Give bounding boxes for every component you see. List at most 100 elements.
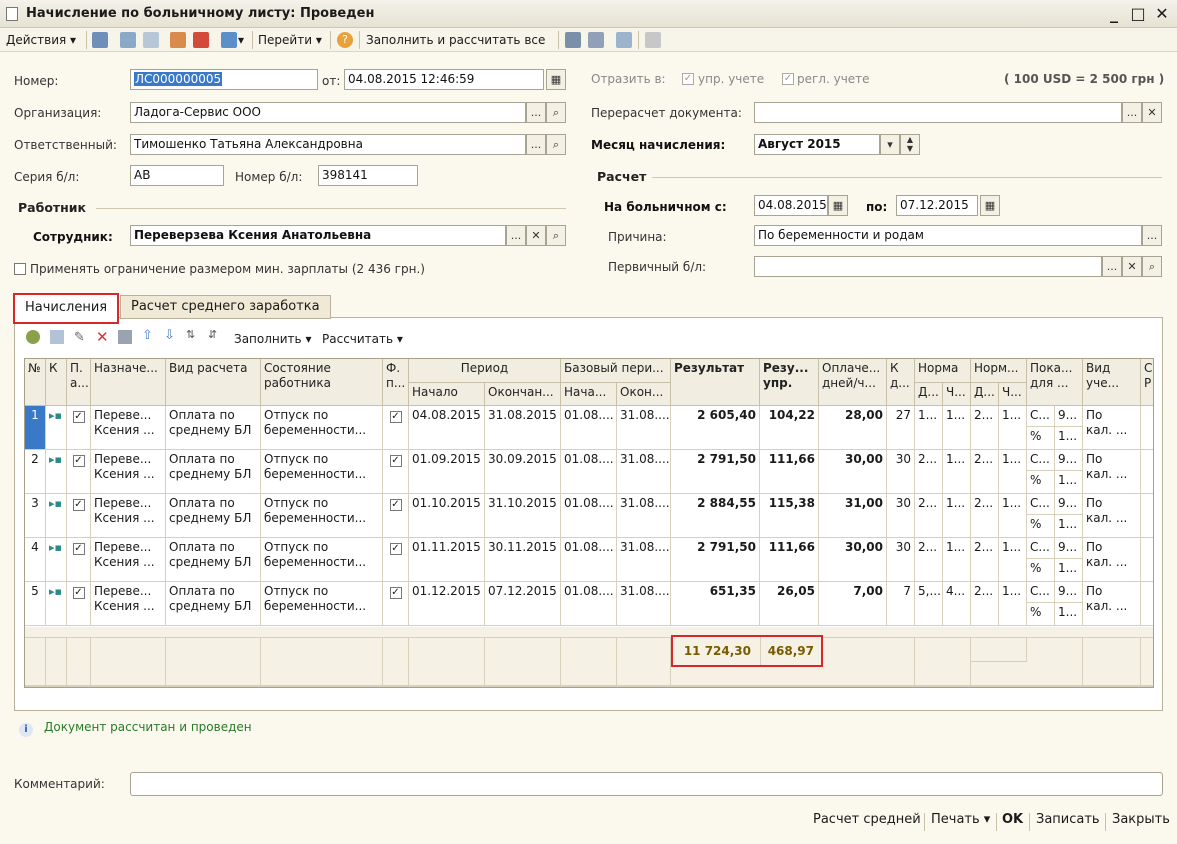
col-header-start[interactable]: Начало (409, 383, 485, 406)
row-checkbox[interactable]: ✓ (389, 543, 402, 555)
cell-i1b[interactable]: 9... 1... (1055, 582, 1083, 626)
col-header-c[interactable]: СР (1141, 359, 1153, 406)
cell-k[interactable]: ▸▪ (46, 450, 67, 494)
cell-paid[interactable]: 31,00 (819, 494, 887, 538)
recalc-field[interactable] (754, 102, 1122, 123)
cell-k[interactable]: ▸▪ (46, 538, 67, 582)
cell-n2d[interactable]: 2... (971, 582, 999, 626)
limit-checkbox[interactable] (14, 263, 26, 275)
cell-cc[interactable] (1141, 582, 1153, 626)
cell-nc[interactable]: 4... (943, 582, 971, 626)
date-field[interactable]: 04.08.2015 12:46:59 (344, 69, 544, 90)
cell-nc[interactable]: 1... (943, 406, 971, 450)
col-header-bend[interactable]: Окон... (617, 383, 671, 406)
cell-nc[interactable]: 1... (943, 538, 971, 582)
cell-resu[interactable]: 115,38 (760, 494, 819, 538)
cell-end[interactable]: 31.08.2015 (485, 406, 561, 450)
structure-icon[interactable] (588, 32, 604, 48)
cell-k2[interactable]: 30 (887, 494, 915, 538)
cell-name[interactable]: Переве... Ксения ... (91, 494, 166, 538)
cell-resu[interactable]: 111,66 (760, 538, 819, 582)
cell-i1b[interactable]: 9... 1... (1055, 406, 1083, 450)
cell-kind[interactable]: Оплата по среднему БЛ (166, 538, 261, 582)
cell-state[interactable]: Отпуск по беременности... (261, 582, 383, 626)
add-row-icon[interactable] (26, 330, 40, 344)
cell-p[interactable]: ✓ (67, 538, 91, 582)
cell-i1b[interactable]: 9... 1... (1055, 450, 1083, 494)
col-header-f[interactable]: Ф. п... (383, 359, 409, 406)
sick-from-field[interactable]: 04.08.2015 (754, 195, 828, 216)
help-icon[interactable]: ? (337, 32, 353, 48)
col-header-norm2-c[interactable]: Ч... (999, 383, 1027, 406)
ok-button[interactable]: OK (1002, 812, 1023, 827)
edit-icon[interactable]: ✎ (74, 330, 85, 345)
col-header-n[interactable]: № (25, 359, 46, 406)
calendar-button[interactable]: ▦ (980, 195, 1000, 216)
cell-start[interactable]: 04.08.2015 (409, 406, 485, 450)
cell-k[interactable]: ▸▪ (46, 406, 67, 450)
cell-f[interactable]: ✓ (383, 406, 409, 450)
clear-icon[interactable]: ✕ (526, 225, 546, 246)
clear-icon[interactable]: ✕ (1142, 102, 1162, 123)
primary-select-button[interactable]: ... (1102, 256, 1122, 277)
preview-icon[interactable] (616, 32, 632, 48)
row-checkbox[interactable]: ✓ (72, 543, 85, 555)
cell-p[interactable]: ✓ (67, 406, 91, 450)
copy-icon[interactable] (143, 32, 159, 48)
cell-result[interactable]: 2 605,40 (671, 406, 760, 450)
search-icon[interactable]: ⌕ (546, 134, 566, 155)
sort-asc-icon[interactable]: ⇅ (186, 328, 195, 341)
cell-n2c[interactable]: 1... (999, 582, 1027, 626)
cell-i1[interactable]: С...% (1027, 494, 1055, 538)
cell-end[interactable]: 31.10.2015 (485, 494, 561, 538)
numbl-field[interactable]: 398141 (318, 165, 418, 186)
scroll-right-icon[interactable]: ▸ (1143, 687, 1148, 688)
cell-end[interactable]: 07.12.2015 (485, 582, 561, 626)
cell-cc[interactable] (1141, 450, 1153, 494)
cell-cc[interactable] (1141, 406, 1153, 450)
resp-field[interactable]: Тимошенко Татьяна Александровна (130, 134, 526, 155)
cell-state[interactable]: Отпуск по беременности... (261, 406, 383, 450)
cell-cc[interactable] (1141, 494, 1153, 538)
cell-nd[interactable]: 2... (915, 450, 943, 494)
col-header-state[interactable]: Состояние работника (261, 359, 383, 406)
reason-select-button[interactable]: ... (1142, 225, 1162, 246)
cell-vid[interactable]: По кал. ... (1083, 494, 1141, 538)
col-header-bstart[interactable]: Нача... (561, 383, 617, 406)
delete-icon[interactable] (193, 32, 209, 48)
list-icon[interactable] (565, 32, 581, 48)
month-stepper[interactable]: ▲ ▼ (900, 134, 920, 155)
cell-be[interactable]: 31.08.... (617, 538, 671, 582)
fill-calc-all-button[interactable]: Заполнить и рассчитать все (366, 31, 545, 49)
cell-paid[interactable]: 30,00 (819, 538, 887, 582)
cell-resu[interactable]: 111,66 (760, 450, 819, 494)
cell-be[interactable]: 31.08.... (617, 406, 671, 450)
cell-state[interactable]: Отпуск по беременности... (261, 450, 383, 494)
cell-k[interactable]: ▸▪ (46, 494, 67, 538)
col-header-norm2-d[interactable]: Д... (971, 383, 999, 406)
cell-n[interactable]: 5 (25, 582, 46, 626)
cell-name[interactable]: Переве... Ксения ... (91, 450, 166, 494)
search-icon[interactable]: ⌕ (546, 102, 566, 123)
cell-n2d[interactable]: 2... (971, 450, 999, 494)
reason-field[interactable]: По беременности и родам (754, 225, 1142, 246)
cell-n[interactable]: 3 (25, 494, 46, 538)
cell-be[interactable]: 31.08.... (617, 494, 671, 538)
cell-name[interactable]: Переве... Ксения ... (91, 538, 166, 582)
cell-kind[interactable]: Оплата по среднему БЛ (166, 582, 261, 626)
employee-select-button[interactable]: ... (506, 225, 526, 246)
cell-n2d[interactable]: 2... (971, 538, 999, 582)
cell-i1[interactable]: С...% (1027, 406, 1055, 450)
cell-vid[interactable]: По кал. ... (1083, 450, 1141, 494)
cell-result[interactable]: 651,35 (671, 582, 760, 626)
col-header-p[interactable]: П. а... (67, 359, 91, 406)
cell-n2c[interactable]: 1... (999, 494, 1027, 538)
cell-nc[interactable]: 1... (943, 450, 971, 494)
cell-nd[interactable]: 1... (915, 406, 943, 450)
cell-paid[interactable]: 7,00 (819, 582, 887, 626)
move-down-icon[interactable]: ⇩ (164, 328, 175, 343)
col-header-result[interactable]: Результат (671, 359, 760, 406)
cell-k2[interactable]: 30 (887, 538, 915, 582)
cell-be[interactable]: 31.08.... (617, 450, 671, 494)
actions-menu[interactable]: Действия ▾ (6, 31, 76, 49)
